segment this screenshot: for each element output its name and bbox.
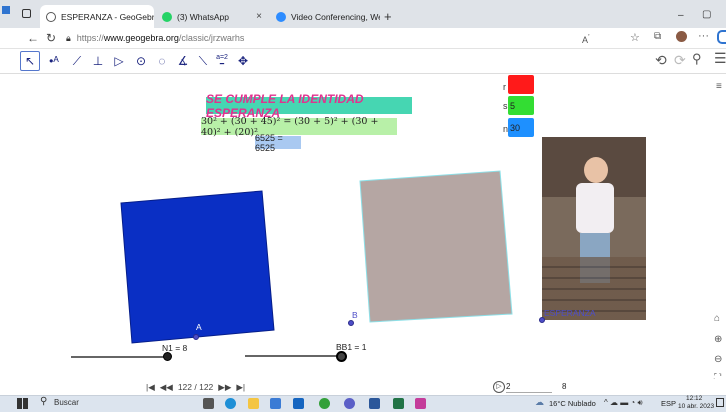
blue-square	[120, 190, 275, 344]
tab-actions-icon[interactable]	[22, 9, 31, 18]
task-view-icon[interactable]	[203, 398, 214, 409]
side-menu-icon[interactable]: ≡	[716, 81, 722, 92]
url-text: https://www.geogebra.org/classic/jrzwarh…	[76, 33, 245, 43]
read-aloud-icon[interactable]: A’	[582, 32, 590, 45]
zoom-in-icon[interactable]: ⊕	[714, 334, 722, 345]
xbox-icon[interactable]	[319, 398, 330, 409]
point-a-label: A	[196, 322, 202, 332]
slider-tool-icon[interactable]: a=2 ━	[212, 51, 232, 71]
tab-title: ESPERANZA - GeoGebra	[61, 11, 154, 22]
store-icon[interactable]	[270, 398, 281, 409]
geogebra-icon	[46, 11, 56, 22]
point-tool-icon[interactable]: •ᴬ	[44, 51, 64, 71]
slider-bb1-track[interactable]	[245, 355, 341, 357]
url-field[interactable]: 🔒︎ https://www.geogebra.org/classic/jrzw…	[66, 31, 244, 45]
point-b-label: B	[352, 310, 358, 320]
excel-icon[interactable]	[393, 398, 404, 409]
search-icon[interactable]: ⚲	[692, 51, 702, 67]
line-tool-icon[interactable]: ⟋	[67, 51, 87, 71]
reload-icon[interactable]: ↻	[46, 31, 56, 45]
slider-bb1-knob[interactable]	[336, 351, 347, 362]
point-a[interactable]	[193, 334, 199, 340]
gray-square	[359, 170, 513, 323]
perpendicular-tool-icon[interactable]: ⊥	[88, 51, 108, 71]
menu-icon[interactable]: ☰	[714, 50, 726, 67]
taskbar-search[interactable]: Buscar	[54, 398, 79, 407]
undo-button[interactable]: ⟲	[655, 52, 667, 69]
home-icon[interactable]: ⌂	[714, 313, 720, 324]
back-arrow-icon[interactable]: ←	[27, 31, 39, 45]
tab-title: Video Conferencing, Web Confe	[291, 11, 380, 22]
point-b[interactable]	[348, 320, 354, 326]
prev-step-button[interactable]: ◀◀	[160, 382, 173, 393]
ellipse-tool-icon[interactable]: ◌	[152, 51, 172, 71]
restore-button[interactable]: ▢	[702, 9, 711, 20]
zoom-out-icon[interactable]: ⊖	[714, 354, 722, 365]
windows-start-icon[interactable]	[17, 398, 28, 409]
tab-whatsapp[interactable]: (3) WhatsApp ×	[156, 5, 268, 28]
photo-caption: ESPERANZA	[544, 308, 596, 318]
lock-icon: 🔒︎	[66, 32, 71, 43]
notifications-icon[interactable]	[716, 398, 724, 407]
app-icon	[2, 6, 10, 14]
profile-avatar[interactable]	[676, 31, 687, 42]
new-tab-button[interactable]: +	[384, 9, 392, 24]
construction-playbar	[0, 379, 726, 395]
clock-time[interactable]: 12:12	[686, 395, 702, 402]
clock-date[interactable]: 10 abr. 2023	[678, 403, 714, 410]
redo-button[interactable]: ⟳	[674, 52, 686, 69]
slider-n1-track[interactable]	[71, 356, 167, 358]
zoom-icon	[276, 11, 286, 22]
last-step-button[interactable]: ▶|	[236, 382, 245, 393]
whatsapp-icon	[162, 11, 172, 22]
move-tool-icon[interactable]: ↖	[20, 51, 40, 71]
weather-text[interactable]: 16°C Nublado	[549, 399, 596, 408]
photos-icon[interactable]	[415, 398, 426, 409]
taskbar-search-icon[interactable]: ⚲	[40, 396, 47, 407]
language-indicator[interactable]: ESP	[661, 399, 676, 408]
step-counter: 122 / 122	[177, 382, 214, 392]
play-button[interactable]: ▷	[493, 381, 505, 393]
bing-icon[interactable]	[717, 30, 726, 44]
teams-icon[interactable]	[344, 398, 355, 409]
reflect-tool-icon[interactable]: ⟍	[193, 51, 213, 71]
play-speed-value: 8	[562, 382, 567, 391]
more-icon[interactable]: ···	[698, 30, 709, 42]
move-view-tool-icon[interactable]: ✥	[233, 51, 253, 71]
next-step-button[interactable]: ▶▶	[218, 382, 231, 393]
first-step-button[interactable]: |◀	[146, 382, 155, 393]
tab-geogebra[interactable]: ESPERANZA - GeoGebra ×	[40, 5, 154, 28]
file-explorer-icon[interactable]	[248, 398, 259, 409]
edge-icon[interactable]	[225, 398, 236, 409]
slider-n1-knob[interactable]	[163, 352, 172, 361]
tab-zoom[interactable]: Video Conferencing, Web Confe ×	[270, 5, 380, 28]
tab-title: (3) WhatsApp	[177, 11, 229, 22]
close-icon[interactable]: ×	[256, 11, 262, 22]
photo-shirt	[576, 183, 614, 233]
weather-icon: ☁	[535, 397, 544, 407]
photo-head	[584, 157, 608, 183]
collections-icon[interactable]: ⧉	[654, 31, 661, 42]
playbar-controls: |◀ ◀◀ 122 / 122 ▶▶ ▶|	[146, 382, 245, 393]
word-icon[interactable]	[369, 398, 380, 409]
tray-icons[interactable]: ^ ☁ ▬ ◔ 🔊︎	[604, 398, 643, 408]
circle-tool-icon[interactable]: ⊙	[131, 51, 151, 71]
child-photo	[542, 137, 646, 320]
play-speed-input[interactable]: 2	[506, 382, 552, 393]
angle-tool-icon[interactable]: ∡	[173, 51, 193, 71]
polygon-tool-icon[interactable]: ▷	[109, 51, 129, 71]
mail-icon[interactable]	[293, 398, 304, 409]
minimize-button[interactable]: –	[678, 10, 684, 21]
favorites-icon[interactable]: ☆	[630, 31, 640, 44]
